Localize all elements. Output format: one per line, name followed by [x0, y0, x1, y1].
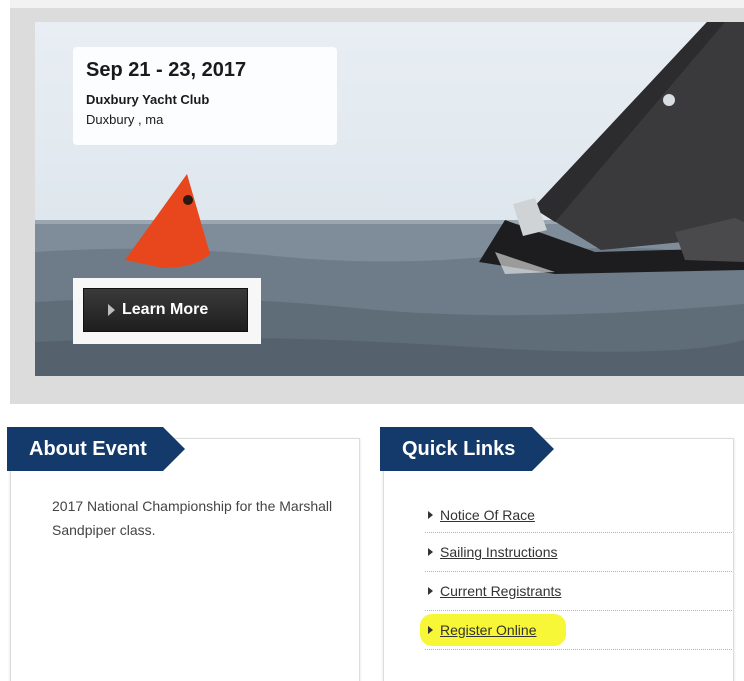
learn-more-label: Learn More	[122, 301, 209, 318]
event-location: Duxbury , ma	[86, 112, 164, 127]
bullet-arrow-icon	[428, 548, 433, 556]
notice-of-race-link[interactable]: Notice Of Race	[440, 507, 535, 523]
hero-photo: Sep 21 - 23, 2017 Duxbury Yacht Club Dux…	[35, 22, 744, 376]
quick-links-panel: Quick Links Notice Of Race Sailing Instr…	[380, 427, 734, 681]
event-date: Sep 21 - 23, 2017	[86, 59, 247, 81]
learn-more-frame: Learn More	[73, 278, 261, 344]
event-info-card: Sep 21 - 23, 2017 Duxbury Yacht Club Dux…	[73, 47, 337, 145]
about-event-panel: About Event 2017 National Championship f…	[7, 427, 360, 681]
quick-link-notice-of-race: Notice Of Race	[425, 498, 732, 533]
current-registrants-link[interactable]: Current Registrants	[440, 583, 561, 599]
quick-link-register-online: Register Online	[425, 611, 732, 650]
hero-banner: Sep 21 - 23, 2017 Duxbury Yacht Club Dux…	[10, 0, 744, 404]
quick-link-sailing-instructions: Sailing Instructions	[425, 533, 732, 572]
quick-link-current-registrants: Current Registrants	[425, 572, 732, 611]
about-event-heading: About Event	[7, 427, 185, 471]
bullet-arrow-icon	[428, 511, 433, 519]
about-event-description: 2017 National Championship for the Marsh…	[52, 498, 333, 538]
bullet-arrow-icon	[428, 626, 433, 634]
learn-more-button[interactable]: Learn More	[83, 288, 248, 332]
bullet-arrow-icon	[428, 587, 433, 595]
play-arrow-icon	[108, 304, 115, 316]
quick-links-list: Notice Of Race Sailing Instructions Curr…	[425, 498, 732, 650]
register-online-link[interactable]: Register Online	[440, 622, 537, 638]
event-page: Sep 21 - 23, 2017 Duxbury Yacht Club Dux…	[0, 0, 744, 681]
sailing-instructions-link[interactable]: Sailing Instructions	[440, 544, 558, 560]
event-venue: Duxbury Yacht Club	[86, 92, 210, 107]
quick-links-heading: Quick Links	[380, 427, 554, 471]
